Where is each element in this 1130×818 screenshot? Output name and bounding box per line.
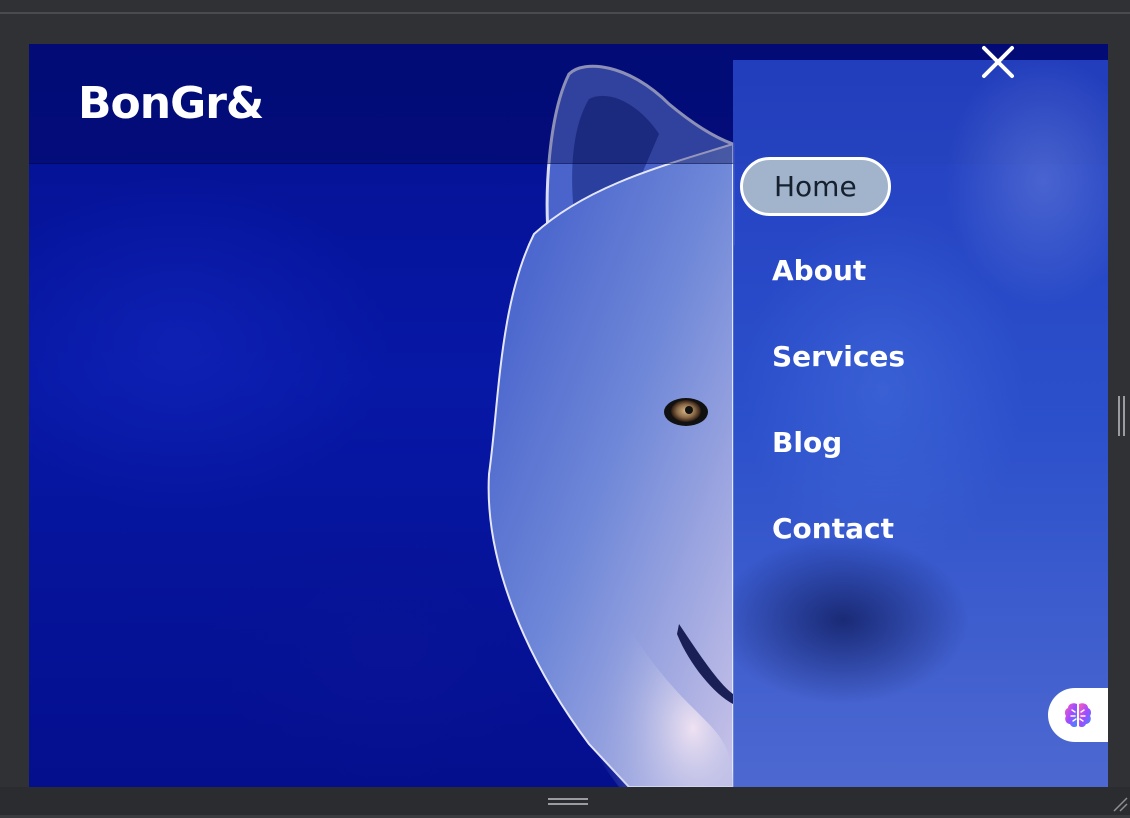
nav-item-label: About [772, 254, 867, 287]
nav-item-label: Contact [772, 512, 894, 545]
frame-divider [0, 12, 1130, 14]
page-viewport: BonGr& Home About Services Blog Contact [29, 44, 1108, 787]
brain-icon [1064, 703, 1092, 728]
nav-item-blog[interactable]: Blog [740, 415, 874, 474]
nav-item-contact[interactable]: Contact [740, 501, 926, 560]
vertical-resize-handle[interactable] [1118, 396, 1127, 436]
nav-item-about[interactable]: About [740, 243, 898, 302]
assistant-button[interactable] [1048, 688, 1108, 742]
nav-item-label: Home [774, 170, 857, 203]
browser-frame: BonGr& Home About Services Blog Contact [0, 0, 1130, 818]
nav-item-label: Services [772, 340, 906, 373]
resize-grip-icon[interactable] [1110, 794, 1128, 812]
horizontal-resize-handle[interactable] [548, 798, 588, 806]
close-icon [982, 46, 1014, 78]
nav-item-home[interactable]: Home [740, 157, 891, 216]
close-menu-button[interactable] [978, 44, 1018, 82]
site-logo[interactable]: BonGr& [78, 78, 264, 131]
nav-item-label: Blog [772, 426, 843, 459]
nav-item-services[interactable]: Services [740, 329, 937, 388]
